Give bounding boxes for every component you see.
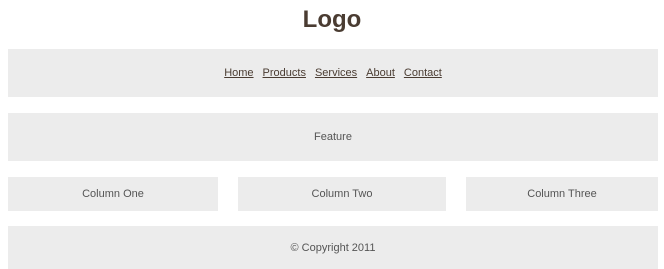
nav-bar: Home Products Services About Contact — [8, 49, 658, 97]
page: Logo Home Products Services About Contac… — [0, 0, 664, 269]
copyright-text: © Copyright 2011 — [290, 241, 376, 254]
nav-link-products[interactable]: Products — [263, 67, 306, 79]
feature-section: Feature — [8, 113, 658, 161]
feature-label: Feature — [314, 131, 352, 143]
nav-link-services[interactable]: Services — [315, 67, 357, 79]
column-one: Column One — [8, 177, 218, 211]
nav-link-home[interactable]: Home — [224, 67, 253, 79]
logo: Logo — [302, 6, 362, 33]
column-one-label: Column One — [82, 188, 144, 200]
column-three: Column Three — [466, 177, 658, 211]
footer: © Copyright 2011 — [8, 226, 658, 269]
nav-link-contact[interactable]: Contact — [404, 67, 442, 79]
column-two-label: Column Two — [311, 188, 373, 200]
nav-link-about[interactable]: About — [366, 67, 395, 79]
column-three-label: Column Three — [527, 188, 597, 200]
nav-links: Home Products Services About Contact — [224, 67, 442, 79]
column-two: Column Two — [238, 177, 446, 211]
